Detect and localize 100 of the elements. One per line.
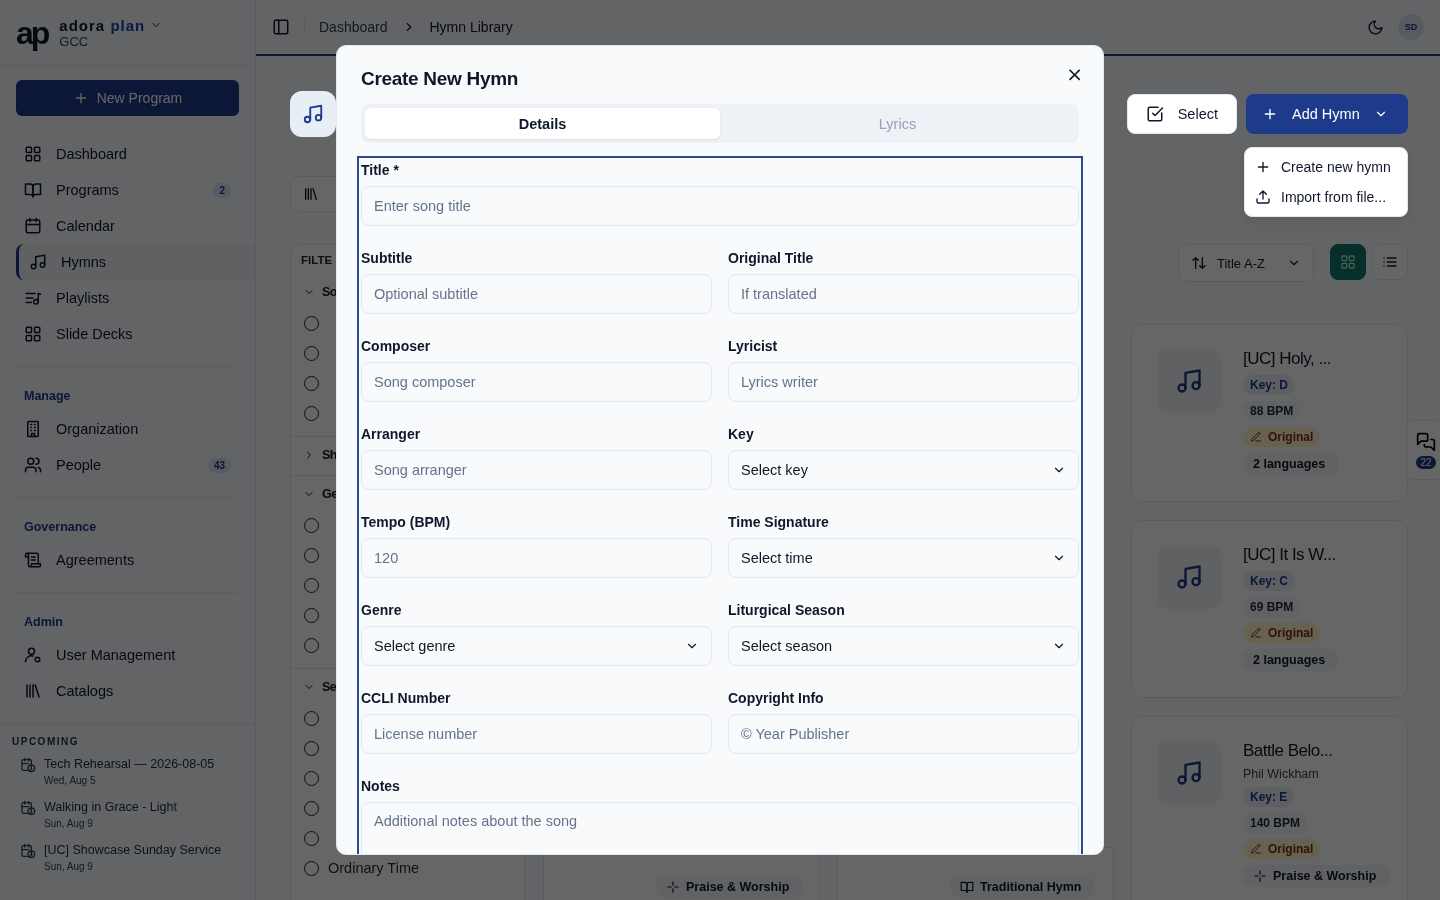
hymn-card[interactable]: [UC] Holy, ... Key: D 88 BPM Original 2 languages: [1131, 324, 1408, 502]
add-hymn-button[interactable]: Add Hymn: [1246, 94, 1408, 134]
section-heading: UPCOMING: [12, 736, 80, 747]
checkbox-icon: [1145, 105, 1164, 123]
count-badge: 2: [213, 182, 231, 198]
library-icon: [303, 186, 319, 202]
book-icon: [24, 181, 42, 199]
select-field[interactable]: Select time: [728, 538, 1079, 578]
select-button[interactable]: Select: [1126, 94, 1237, 134]
grid-icon: [1340, 254, 1356, 270]
input-field[interactable]: Song arranger: [361, 450, 712, 490]
nav-label: Calendar: [56, 218, 115, 234]
tempo-tag: 140 BPM: [1243, 813, 1308, 833]
nav-item[interactable]: Playlists: [0, 280, 255, 316]
select-field[interactable]: Select genre: [361, 626, 712, 666]
field-label: Subtitle: [361, 250, 414, 266]
source-tag: Original: [1243, 427, 1321, 447]
input-field[interactable]: © Year Publisher: [728, 714, 1079, 754]
nav-item[interactable]: People 43: [0, 447, 255, 483]
section-heading: Governance: [24, 520, 97, 534]
menu-item[interactable]: Create new hymn: [1245, 152, 1407, 182]
nav-item[interactable]: Hymns: [16, 244, 255, 280]
field-label: Time Signature: [728, 514, 830, 530]
source-tag: Original: [1243, 623, 1321, 643]
nav-item[interactable]: Slide Decks: [0, 316, 255, 352]
hymn-title: [UC] It Is W...: [1243, 545, 1336, 565]
sidebar-toggle-icon[interactable]: [272, 18, 305, 36]
event-title[interactable]: Tech Rehearsal — 2026-08-05: [44, 757, 215, 771]
hymn-card[interactable]: [UC] It Is W... Key: C 69 BPM Original 2 languages: [1131, 520, 1408, 698]
filter-group[interactable]: Se: [301, 675, 337, 699]
nav-item[interactable]: User Management: [0, 637, 255, 673]
notes-field[interactable]: Additional notes about the song: [361, 802, 1079, 854]
nav-label: Programs: [56, 182, 119, 198]
nav-label: Slide Decks: [56, 326, 133, 342]
hymn-title: [UC] Holy, ...: [1243, 349, 1332, 369]
field-label: Liturgical Season: [728, 602, 846, 618]
new-program-button[interactable]: New Program: [16, 80, 239, 116]
feedback-button[interactable]: 22: [1406, 420, 1440, 480]
input-field[interactable]: License number: [361, 714, 712, 754]
input-field[interactable]: Song composer: [361, 362, 712, 402]
organization-name: GCC: [59, 33, 90, 49]
field-label: Tempo (BPM): [361, 514, 452, 530]
nav-item[interactable]: Programs 2: [0, 172, 255, 208]
input-field[interactable]: If translated: [728, 274, 1079, 314]
book-icon: [960, 880, 974, 894]
input-field[interactable]: Lyrics writer: [728, 362, 1079, 402]
user-gear-icon: [24, 646, 42, 664]
section-heading: Admin: [24, 615, 63, 629]
nav-label: Hymns: [61, 254, 107, 270]
tab[interactable]: Details: [365, 108, 720, 139]
input-field[interactable]: 120: [361, 538, 712, 578]
breadcrumb-item[interactable]: Hymn Library: [429, 19, 513, 35]
field-label: Key: [728, 426, 755, 442]
brand-name: adora plan: [59, 16, 146, 34]
nav-item[interactable]: Dashboard: [0, 136, 255, 172]
key-tag: Key: E: [1243, 787, 1295, 807]
language-tag: 2 languages: [1243, 453, 1340, 475]
music-note-glyph-icon: [1175, 759, 1203, 787]
nav-item[interactable]: Organization: [0, 411, 255, 447]
field-label: Copyright Info: [728, 690, 825, 706]
breadcrumb-item[interactable]: Dashboard: [319, 19, 388, 35]
view-toggle[interactable]: [1330, 244, 1366, 280]
sort-icon: [1191, 255, 1207, 271]
nav-item[interactable]: Calendar: [0, 208, 255, 244]
filter-group[interactable]: So: [301, 280, 337, 304]
select-field[interactable]: Select key: [728, 450, 1079, 490]
tab[interactable]: Lyrics: [720, 108, 1075, 139]
nav-label: Playlists: [56, 290, 110, 306]
panel-icon: [272, 18, 290, 36]
event-title[interactable]: Walking in Grace - Light: [44, 800, 177, 814]
grid-icon: [24, 145, 42, 163]
calendar-clock-icon: [20, 757, 36, 773]
nav-item[interactable]: Agreements: [0, 542, 255, 578]
tempo-tag: 69 BPM: [1243, 597, 1301, 617]
menu-item[interactable]: Import from file...: [1245, 182, 1407, 212]
nav-label: Agreements: [56, 552, 135, 568]
nav-label: People: [56, 457, 102, 473]
select-field[interactable]: Select season: [728, 626, 1079, 666]
event-title[interactable]: [UC] Showcase Sunday Service: [44, 843, 222, 857]
scroll-icon: [24, 551, 42, 569]
event-date: Wed, Aug 5: [44, 775, 97, 786]
category-tag: Traditional Hymn: [950, 876, 1096, 898]
logo: ap: [16, 16, 48, 49]
field-label: Notes: [361, 778, 401, 794]
input-field[interactable]: Optional subtitle: [361, 274, 712, 314]
hymn-card[interactable]: Battle Belo... Phil Wickham Key: E 140 BPM Original Praise & Worship: [1131, 716, 1408, 900]
moon-icon: [1367, 18, 1384, 36]
sort-dropdown[interactable]: Title A-Z: [1178, 244, 1314, 282]
hymn-author: Phil Wickham: [1243, 767, 1319, 781]
language-tag: 2 languages: [1243, 649, 1340, 671]
user-avatar[interactable]: SD: [1398, 14, 1424, 40]
music-note-glyph-icon: [1175, 563, 1203, 591]
nav-item[interactable]: Catalogs: [0, 673, 255, 709]
library-icon: [24, 682, 42, 700]
music-note-glyph-icon: [1175, 367, 1203, 395]
input-field[interactable]: Enter song title: [361, 186, 1079, 226]
calendar-clock-icon: [20, 843, 36, 859]
upload-icon: [1255, 189, 1271, 205]
field-label: CCLI Number: [361, 690, 452, 706]
close-button[interactable]: ×: [1062, 60, 1087, 88]
